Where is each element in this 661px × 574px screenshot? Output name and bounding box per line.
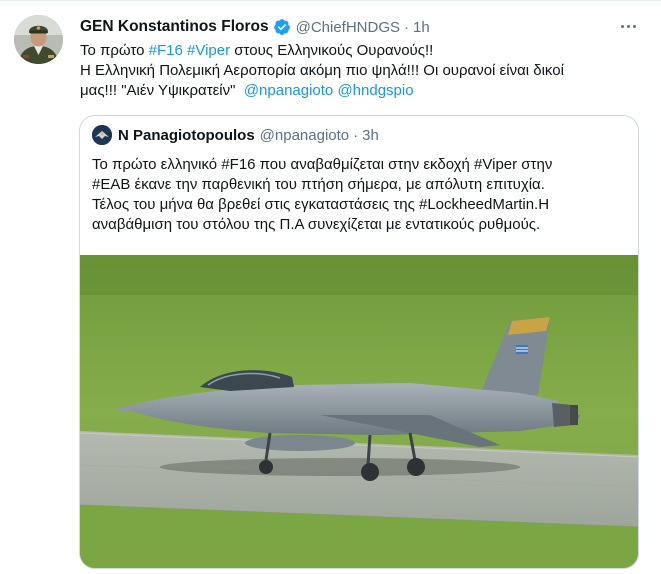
author-handle[interactable]: @ChiefHNDGS bbox=[296, 19, 400, 36]
tweet-header: GEN Konstantinos Floros @ChiefHNDGS · 1h bbox=[80, 16, 430, 38]
mention-link-npanagioto[interactable]: @npanagioto bbox=[244, 82, 333, 99]
f16-jet-photo bbox=[80, 255, 638, 568]
quoted-tweet-text: Το πρώτο ελληνικό #F16 που αναβαθμίζεται… bbox=[92, 155, 632, 235]
quoted-author-handle[interactable]: @npanagioto bbox=[260, 127, 349, 144]
quoted-text-line-3: Τέλος του μήνα θα βρεθεί στις εγκαταστάσ… bbox=[92, 196, 550, 213]
author-avatar[interactable] bbox=[14, 15, 63, 64]
text-fragment: στους Ελληνικούς Ουρανούς!! bbox=[230, 42, 434, 59]
quoted-text-line-1: Το πρώτο ελληνικό #F16 που αναβαθμίζεται… bbox=[92, 156, 553, 173]
header-separator: · bbox=[404, 18, 410, 36]
tweet-text-line-2: Η Ελληνική Πολεμική Αεροπορία ακόμη πιο … bbox=[80, 62, 564, 79]
quoted-tweet-timestamp[interactable]: 3h bbox=[362, 127, 379, 144]
quoted-author-name[interactable]: N Panagiotopoulos bbox=[118, 127, 255, 144]
author-avatar-image bbox=[14, 15, 63, 64]
quoted-text-line-2: #ΕΑΒ έκανε την παρθενική του πτήση σήμερ… bbox=[92, 176, 545, 193]
text-fragment: Το πρώτο bbox=[80, 42, 149, 59]
quoted-tweet-header: N Panagiotopoulos @npanagioto · 3h bbox=[92, 125, 379, 145]
tweet-timestamp[interactable]: 1h bbox=[413, 19, 430, 36]
tweet[interactable]: GEN Konstantinos Floros @ChiefHNDGS · 1h… bbox=[0, 0, 661, 574]
hashtag-link-f16[interactable]: #F16 bbox=[149, 42, 183, 59]
quoted-tweet-photo[interactable] bbox=[80, 255, 638, 568]
tweet-text-line-3: μας!!! "Αιέν Υψικρατείν" @npanagioto @hn… bbox=[80, 81, 640, 101]
quoted-tweet[interactable]: N Panagiotopoulos @npanagioto · 3h Το πρ… bbox=[79, 115, 639, 569]
quoted-text-line-4: αναβάθμιση του στόλου της Π.Α συνεχίζετα… bbox=[92, 216, 541, 233]
quoted-header-separator: · bbox=[353, 126, 359, 144]
text-fragment: μας!!! "Αιέν Υψικρατείν" bbox=[80, 82, 244, 99]
author-name[interactable]: GEN Konstantinos Floros bbox=[80, 18, 269, 36]
tweet-text: Το πρώτο #F16 #Viper στους Ελληνικούς Ου… bbox=[80, 41, 640, 101]
mention-link-hndgspio[interactable]: @hndgspio bbox=[337, 82, 413, 99]
more-options-icon[interactable] bbox=[617, 15, 639, 37]
tweet-text-line-1: Το πρώτο #F16 #Viper στους Ελληνικούς Ου… bbox=[80, 41, 640, 61]
quoted-author-avatar[interactable] bbox=[92, 125, 112, 145]
hashtag-link-viper[interactable]: #Viper bbox=[187, 42, 230, 59]
verified-badge-icon bbox=[273, 18, 291, 36]
